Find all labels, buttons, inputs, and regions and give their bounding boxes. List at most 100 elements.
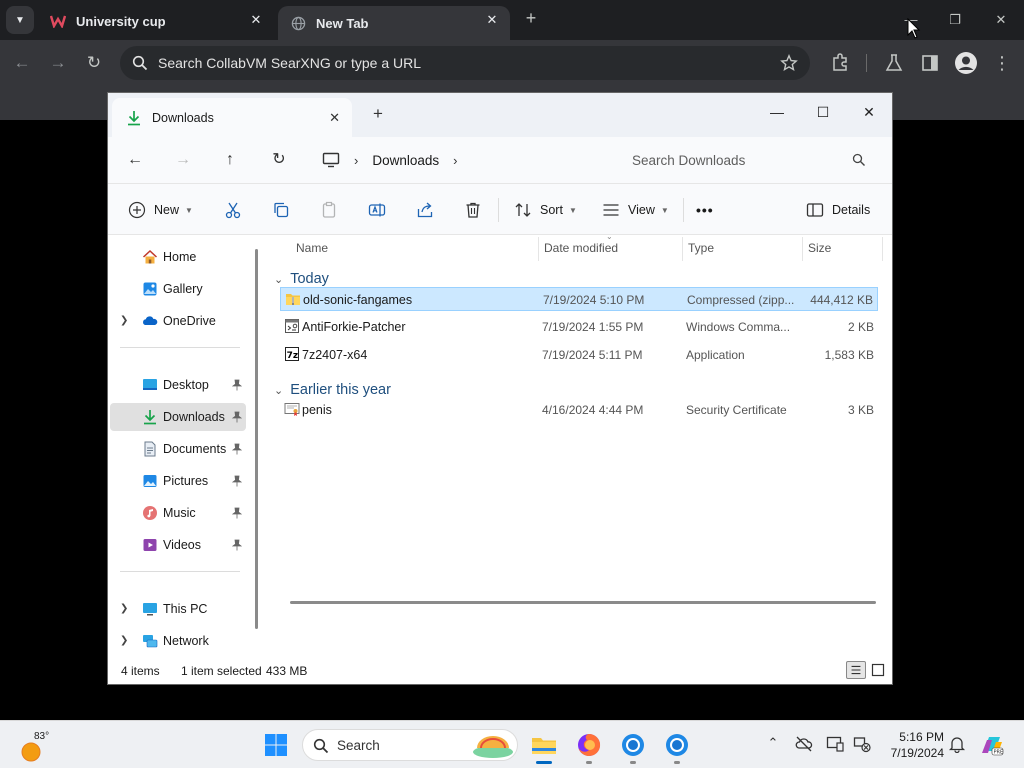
column-header-date[interactable]: Date modified: [544, 241, 618, 255]
file-name: 7z2407-x64: [302, 348, 368, 362]
close-tab-icon[interactable]: ✕: [329, 110, 340, 126]
close-tab-icon[interactable]: ✕: [248, 12, 264, 28]
restore-icon[interactable]: ❐: [940, 6, 970, 34]
minimize-icon[interactable]: —: [762, 99, 792, 125]
pin-icon[interactable]: [232, 475, 242, 487]
nav-item-videos[interactable]: Videos: [110, 531, 246, 559]
address-breadcrumb[interactable]: › Downloads ›: [312, 143, 602, 177]
pin-icon[interactable]: [232, 507, 242, 519]
group-header-earlier-this-year[interactable]: ⌄ Earlier this year: [274, 380, 391, 400]
omnibox[interactable]: Search CollabVM SearXNG or type a URL: [120, 46, 810, 80]
file-row-antiforkie-patcher[interactable]: AntiForkie-Patcher 7/19/2024 1:55 PM Windo…: [280, 315, 878, 339]
browser-tab-university-cup[interactable]: University cup ✕: [38, 6, 274, 36]
explorer-search-box[interactable]: Search Downloads: [618, 143, 880, 177]
delete-button[interactable]: [464, 198, 482, 222]
close-window-icon[interactable]: ✕: [986, 6, 1016, 34]
pin-icon[interactable]: [232, 379, 242, 391]
taskbar-file-explorer[interactable]: [530, 731, 558, 764]
taskbar-clock[interactable]: 5:16 PM 7/19/2024: [880, 729, 944, 761]
taskbar-chrome-1[interactable]: [619, 731, 647, 764]
nav-item-music[interactable]: Music: [110, 499, 246, 527]
nav-item-onedrive[interactable]: ❯ OneDrive: [110, 307, 246, 335]
nav-item-pictures[interactable]: Pictures: [110, 467, 246, 495]
column-header-name[interactable]: Name: [296, 241, 328, 255]
file-row-penis[interactable]: penis 4/16/2024 4:44 PM Security Certifica…: [280, 398, 878, 422]
profile-avatar-icon[interactable]: [954, 51, 978, 75]
windows-start-icon[interactable]: [264, 733, 288, 757]
column-header-size[interactable]: Size: [808, 241, 831, 255]
labs-flask-icon[interactable]: [884, 53, 904, 73]
back-arrow-icon[interactable]: ←: [124, 149, 146, 171]
kebab-menu-icon[interactable]: ⋮: [990, 51, 1014, 75]
breadcrumb-downloads[interactable]: Downloads: [372, 153, 439, 168]
tab-search-button[interactable]: ▼: [6, 6, 34, 34]
pin-icon[interactable]: [232, 539, 242, 551]
view-button[interactable]: View ▼: [602, 198, 669, 222]
details-view-icon[interactable]: [846, 661, 866, 679]
taskbar-search-box[interactable]: Search: [302, 729, 518, 761]
large-icons-view-icon[interactable]: [868, 661, 888, 679]
nav-item-network[interactable]: ❯ Network: [110, 627, 246, 655]
chevron-right-icon[interactable]: ›: [453, 153, 457, 168]
details-pane-button[interactable]: Details: [806, 198, 870, 222]
nav-item-this-pc[interactable]: ❯ This PC: [110, 595, 246, 623]
chevron-right-icon[interactable]: ❯: [120, 603, 128, 614]
nav-item-downloads[interactable]: Downloads: [110, 403, 246, 431]
column-separator[interactable]: [538, 237, 539, 261]
chevron-down-icon: ▼: [660, 205, 669, 215]
close-window-icon[interactable]: ✕: [854, 99, 884, 125]
pin-icon[interactable]: [232, 443, 242, 455]
pin-icon[interactable]: [232, 411, 242, 423]
more-options-button[interactable]: •••: [696, 198, 714, 222]
maximize-icon[interactable]: ☐: [808, 99, 838, 125]
new-button[interactable]: New ▼: [128, 198, 193, 222]
browser-tab-new-tab[interactable]: New Tab ✕: [278, 6, 510, 40]
nav-item-gallery[interactable]: Gallery: [110, 275, 246, 303]
horizontal-scrollbar[interactable]: [290, 601, 876, 604]
network-status-icon[interactable]: [853, 735, 871, 753]
forward-arrow-icon[interactable]: →: [46, 51, 70, 75]
file-row-7z2407-x64[interactable]: 7z 7z2407-x64 7/19/2024 5:11 PM Application…: [280, 343, 878, 367]
group-header-today[interactable]: ⌄ Today: [274, 269, 329, 289]
explorer-tab-downloads[interactable]: Downloads ✕: [112, 98, 352, 137]
chevron-right-icon[interactable]: ❯: [120, 315, 128, 326]
paste-button[interactable]: [320, 198, 338, 222]
column-separator[interactable]: [802, 237, 803, 261]
extensions-icon[interactable]: [830, 53, 850, 73]
chevron-right-icon[interactable]: ❯: [120, 635, 128, 646]
rename-button[interactable]: [368, 198, 386, 222]
up-arrow-icon[interactable]: ↑: [219, 149, 241, 171]
sort-button[interactable]: Sort ▼: [514, 198, 577, 222]
column-separator[interactable]: [682, 237, 683, 261]
close-tab-icon[interactable]: ✕: [484, 12, 500, 28]
chevron-down-icon: ▼: [568, 205, 577, 215]
refresh-icon[interactable]: ↻: [268, 149, 290, 171]
nav-pane-scrollbar[interactable]: [255, 249, 258, 629]
copilot-icon[interactable]: PRE: [980, 733, 1004, 757]
forward-arrow-icon[interactable]: →: [172, 149, 194, 171]
back-arrow-icon[interactable]: ←: [10, 51, 34, 75]
chevron-up-icon[interactable]: ⌃: [764, 735, 782, 753]
cloud-offline-icon[interactable]: [795, 735, 813, 753]
notification-bell-icon[interactable]: [948, 735, 966, 753]
nav-item-home[interactable]: Home: [110, 243, 246, 271]
new-tab-button[interactable]: +: [520, 8, 542, 29]
side-panel-icon[interactable]: [920, 53, 940, 73]
weather-widget[interactable]: 83°: [20, 731, 60, 762]
reload-icon[interactable]: ↻: [82, 51, 106, 75]
nav-item-desktop[interactable]: Desktop: [110, 371, 246, 399]
column-header-type[interactable]: Type: [688, 241, 714, 255]
cut-button[interactable]: [224, 198, 242, 222]
new-explorer-tab-button[interactable]: +: [370, 105, 386, 122]
file-row-old-sonic-fangames[interactable]: old-sonic-fangames 7/19/2024 5:10 PM Compr…: [280, 287, 878, 311]
display-icon[interactable]: [826, 735, 844, 753]
taskbar-firefox[interactable]: [575, 731, 603, 764]
column-separator[interactable]: [882, 237, 883, 261]
share-button[interactable]: [416, 198, 434, 222]
bookmark-star-icon[interactable]: [780, 54, 798, 72]
gallery-icon: [143, 282, 157, 296]
file-name: AntiForkie-Patcher: [302, 320, 406, 334]
copy-button[interactable]: [272, 198, 290, 222]
nav-item-documents[interactable]: Documents: [110, 435, 246, 463]
taskbar-chrome-2[interactable]: [663, 731, 691, 764]
